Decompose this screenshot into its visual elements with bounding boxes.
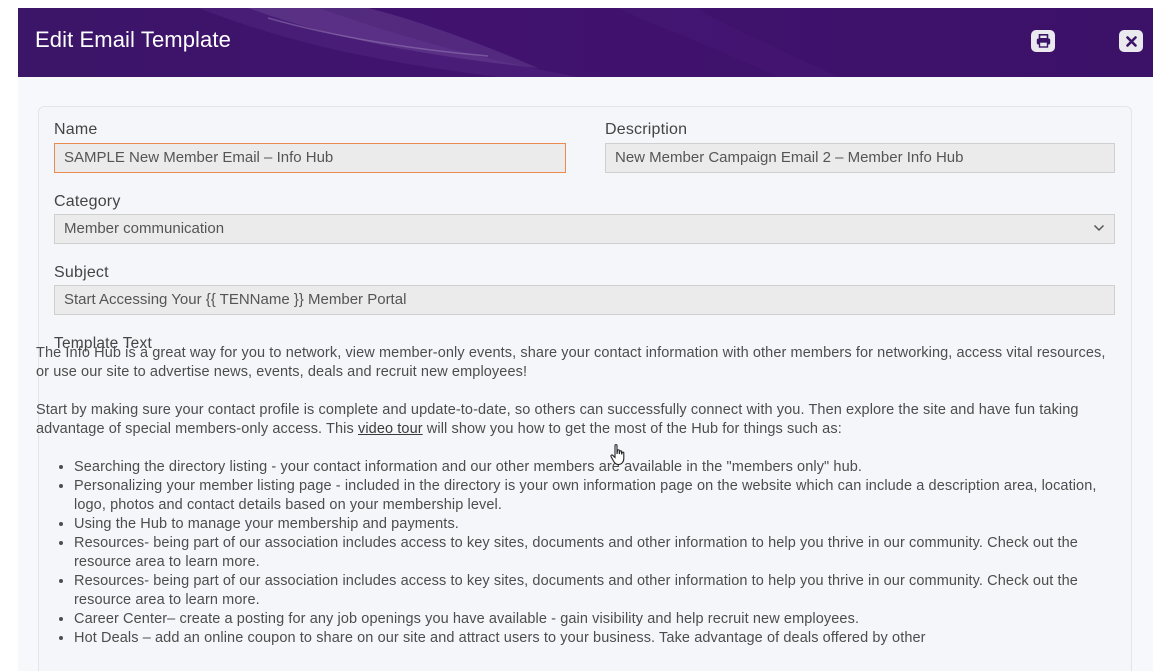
name-input[interactable]: SAMPLE New Member Email – Info Hub — [54, 143, 566, 173]
category-selected-value: Member communication — [64, 220, 225, 237]
list-item: Resources- being part of our association… — [74, 572, 1111, 610]
subject-input[interactable]: Start Accessing Your {{ TENName }} Membe… — [54, 285, 1115, 315]
hand-cursor-icon — [610, 444, 625, 466]
list-item: Personalizing your member listing page -… — [74, 477, 1111, 515]
template-paragraph-1: The Info Hub is a great way for you to n… — [36, 345, 1106, 380]
chevron-down-icon — [1093, 224, 1105, 232]
list-item: Resources- being part of our association… — [74, 534, 1111, 572]
video-tour-link[interactable]: video tour — [358, 421, 423, 437]
print-button[interactable] — [1031, 30, 1055, 52]
modal-header: Edit Email Template — [18, 8, 1153, 77]
feature-list: Searching the directory listing - your c… — [36, 458, 1111, 648]
list-item: Hot Deals – add an online coupon to shar… — [74, 629, 1111, 648]
close-button[interactable] — [1119, 30, 1143, 52]
subject-label: Subject — [54, 264, 109, 281]
close-icon — [1125, 35, 1137, 47]
list-item: Searching the directory listing - your c… — [74, 458, 1111, 477]
category-select[interactable]: Member communication — [54, 214, 1115, 244]
template-paragraph-2: Start by making sure your contact profil… — [36, 402, 1079, 437]
template-text-editor[interactable]: The Info Hub is a great way for you to n… — [36, 344, 1111, 648]
description-label: Description — [605, 121, 688, 138]
category-label: Category — [54, 193, 121, 210]
description-input[interactable]: New Member Campaign Email 2 – Member Inf… — [605, 143, 1115, 173]
list-item: Career Center– create a posting for any … — [74, 610, 1111, 629]
screen: Edit Email Template Name SAMPLE New Memb… — [0, 0, 1153, 671]
modal-title: Edit Email Template — [35, 27, 231, 52]
name-label: Name — [54, 121, 98, 138]
list-item: Using the Hub to manage your membership … — [74, 515, 1111, 534]
print-icon — [1036, 34, 1050, 48]
